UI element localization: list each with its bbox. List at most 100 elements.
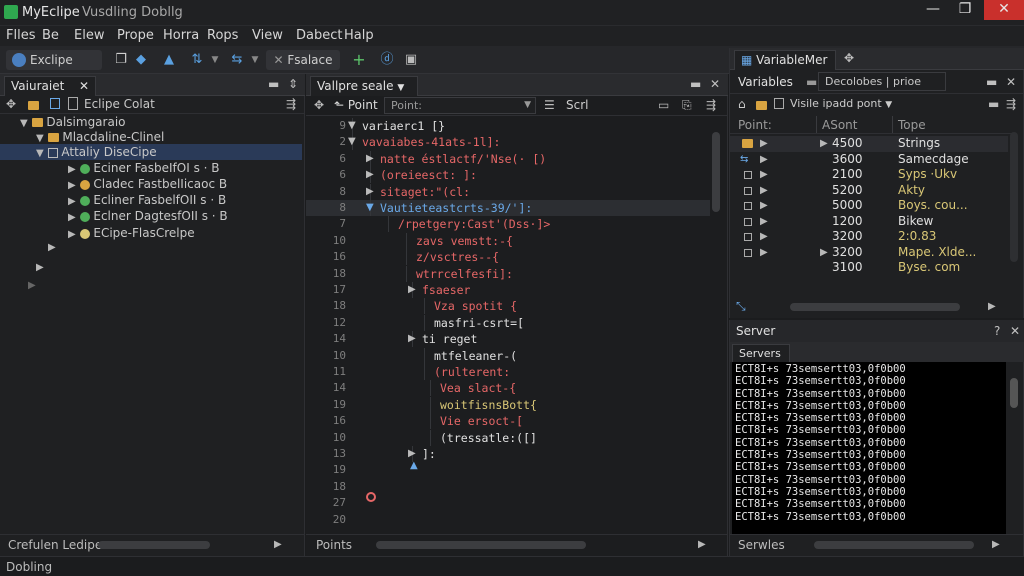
close-button[interactable]: ✕ <box>984 0 1024 20</box>
save-icon[interactable]: ▣ <box>402 51 420 69</box>
code-line[interactable]: 6 ▶ (oreieesct: ]: <box>306 167 710 184</box>
code-line[interactable]: 17 ▶ fsaeser <box>306 282 710 298</box>
settings-icon[interactable]: ⇶ <box>706 98 716 112</box>
filter-icon[interactable]: ☰ <box>544 98 555 112</box>
variable-row[interactable]: ▶ 3200 2:0.83 <box>730 229 1008 245</box>
close-icon[interactable]: ✕ <box>1010 324 1020 338</box>
horizontal-scrollbar[interactable] <box>790 303 960 311</box>
chevron-right-icon[interactable]: ▶ <box>760 136 768 152</box>
search-button[interactable]: ✕ Fsalace <box>266 50 340 70</box>
copy-icon[interactable]: ❐ <box>112 51 130 69</box>
step-into-icon[interactable]: ▲ <box>160 51 178 69</box>
code-line[interactable]: 19 <box>306 462 710 478</box>
variable-row[interactable]: ▶ 5200 Akty <box>730 183 1008 199</box>
menu-item-view[interactable]: View <box>252 28 283 43</box>
code-line[interactable]: 12 masfri-csrt=[ <box>306 314 710 331</box>
chevron-right-icon[interactable]: ▶ <box>48 242 56 253</box>
breakpoint-icon[interactable] <box>366 492 376 502</box>
point-button[interactable]: ⬑ Point <box>334 98 378 112</box>
tree-item[interactable]: ▶ Ecliner FasbelfOII s · B <box>0 192 305 208</box>
tree-item-selected[interactable]: ▼ Attaliy DiseCipe <box>0 144 302 160</box>
minimize-icon[interactable]: ▬ <box>988 97 999 111</box>
chevron-right-icon[interactable]: ▶ <box>760 152 768 168</box>
view-options[interactable]: Visile ipadd pont ▼ <box>790 97 892 110</box>
code-line[interactable]: 10 zavs vemstt:-{ <box>306 232 710 249</box>
code-area[interactable]: 9 ▼ variaerc1 [} 2 ▼ vavaiabes-41ats-1l]: 6 ▶ na… <box>306 118 716 534</box>
menu-item-halp[interactable]: Halp <box>344 28 374 43</box>
column-header-amount[interactable]: ASont <box>822 118 857 132</box>
menu-item-horra[interactable]: Horra <box>163 28 199 43</box>
tree-item[interactable]: ▶ Eciner FasbeIfOI s · B <box>0 160 305 176</box>
horizontal-scrollbar[interactable] <box>98 541 210 549</box>
step-icon[interactable]: ◆ <box>132 51 150 69</box>
minimize-icon[interactable]: ▬ <box>986 75 997 89</box>
settings-icon[interactable]: ⇶ <box>1006 97 1016 111</box>
fold-open-icon[interactable]: ▼ <box>366 202 374 213</box>
menu-item-elew[interactable]: Elew <box>74 28 104 43</box>
perspective-button[interactable]: Exclipe <box>6 50 102 70</box>
fold-closed-icon[interactable]: ▶ <box>408 284 416 295</box>
tree-item[interactable]: ▶ Cladec FastbelIicaoc B <box>0 176 305 192</box>
menu-item-prope[interactable]: Prope <box>117 28 154 43</box>
minimize-icon[interactable]: ▬ <box>690 77 701 91</box>
horizontal-scrollbar[interactable] <box>814 541 974 549</box>
code-line[interactable]: 13 ▶]: <box>306 446 710 462</box>
chevron-right-icon[interactable]: ▶ <box>698 539 706 550</box>
fold-closed-icon[interactable]: ▶ <box>366 169 374 180</box>
pin-icon[interactable]: ⤡ <box>736 299 746 314</box>
chevron-right-icon[interactable]: ▶ <box>820 245 828 261</box>
code-line[interactable]: 7/rpetgery:Cast'(Dss·]> <box>306 216 710 233</box>
tab-servers[interactable]: Servers ⌶ <box>732 344 790 378</box>
code-line[interactable]: 16 Vie ersoct-[ <box>306 413 710 430</box>
menu-item-dabect[interactable]: Dabect <box>296 28 342 43</box>
fold-closed-icon[interactable]: ▶ <box>408 448 416 459</box>
code-line[interactable]: 9 ▼ variaerc1 [} <box>306 118 710 134</box>
code-line[interactable]: 11 (rulterent: <box>306 364 710 380</box>
minimize-button[interactable]: — <box>916 0 950 20</box>
minimize-icon[interactable]: ▬ <box>268 77 279 91</box>
chevron-right-icon[interactable]: ▶ <box>760 198 768 214</box>
help-icon[interactable]: ? <box>994 324 1000 338</box>
vertical-scrollbar[interactable] <box>1010 132 1018 262</box>
tab-variable-manager[interactable]: ▦ VariableMer <box>734 50 836 70</box>
code-line[interactable]: 2 ▼ vavaiabes-41ats-1l]: <box>306 134 710 151</box>
tree-item[interactable]: ▼ Dalsimgaraio <box>0 114 305 130</box>
link-icon[interactable]: ⎘ <box>682 98 692 113</box>
code-line[interactable]: 18 wtrrcelfesfi]: <box>306 265 710 282</box>
vertical-scrollbar[interactable] <box>712 132 720 212</box>
close-icon[interactable]: ✕ <box>79 77 89 95</box>
fold-open-icon[interactable]: ▼ <box>348 136 356 147</box>
variable-row[interactable]: ▶ 1200 Bikew <box>730 214 1008 230</box>
column-header-point[interactable]: Point: <box>738 118 772 132</box>
tab-editor[interactable]: Vallpre seale ▼ ✕ <box>310 76 418 113</box>
tab-variables[interactable]: Vaiuraiet ✕ <box>4 76 96 96</box>
add-icon[interactable]: + <box>350 51 368 69</box>
tree-icon[interactable]: ✥ <box>314 98 324 112</box>
chevron-right-icon[interactable]: ▶ <box>988 301 996 312</box>
chevron-right-icon[interactable]: ▶ <box>820 136 828 152</box>
info-icon[interactable]: ⓓ <box>378 51 396 69</box>
scroll-label[interactable]: Scrl <box>566 98 588 112</box>
pin-icon[interactable]: ✥ <box>844 51 854 65</box>
code-line[interactable]: 10 mtfeleaner-( <box>306 347 710 364</box>
close-icon[interactable]: ✕ <box>1006 75 1016 89</box>
chevron-right-icon[interactable]: ▶ <box>36 262 44 273</box>
chevron-right-icon[interactable]: ▶ <box>760 183 768 199</box>
chevron-right-icon[interactable]: ▶ <box>760 245 768 261</box>
chevron-right-icon[interactable]: ▶ <box>992 539 1000 550</box>
chevron-right-icon[interactable]: ▶ <box>760 214 768 230</box>
vertical-scrollbar[interactable] <box>1010 378 1018 408</box>
code-line[interactable]: 14 ▶ ti reget <box>306 331 710 348</box>
menu-item-files[interactable]: Flles <box>6 28 35 43</box>
code-line[interactable]: 18 Vza spotit { <box>306 298 710 315</box>
fold-open-icon[interactable]: ▼ <box>348 120 356 131</box>
horizontal-scrollbar[interactable] <box>376 541 586 549</box>
code-line[interactable]: 20 <box>306 512 710 528</box>
menu-item-rops[interactable]: Rops <box>207 28 238 43</box>
home-icon[interactable]: ⌂ <box>738 97 746 111</box>
close-icon[interactable]: ✕ <box>710 77 720 91</box>
code-line[interactable]: 10 (tressatle:([] <box>306 429 710 446</box>
maximize-icon[interactable]: ⇕ <box>288 77 298 91</box>
sub-tab-declarations[interactable]: Decolobes | prioe <box>818 72 946 91</box>
code-line[interactable]: 16 z/vsctres--{ <box>306 249 710 266</box>
